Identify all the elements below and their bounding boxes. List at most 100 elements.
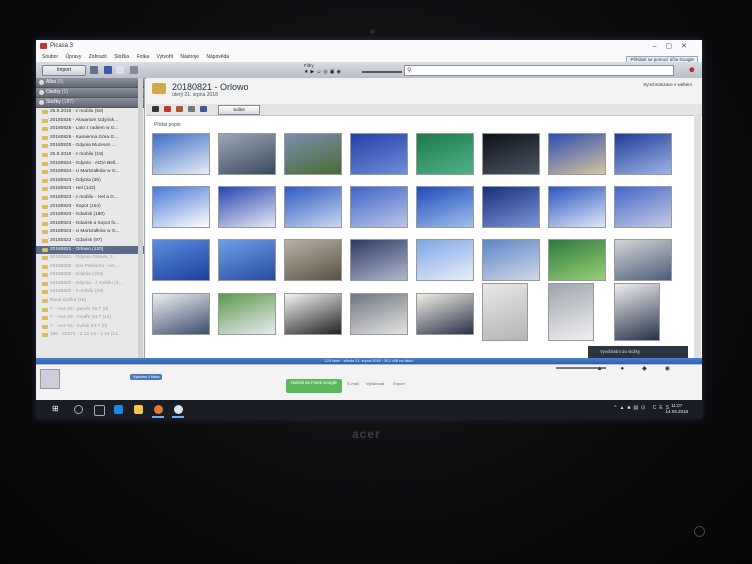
sidebar-folder-item[interactable]: 7. - ece 53 - poměr 16:7 (0) [36, 306, 144, 315]
section-people[interactable]: Osoby (1) [36, 88, 144, 98]
photo-thumbnail[interactable] [548, 239, 606, 281]
album-scrollbar[interactable] [694, 115, 701, 360]
sidebar-folder-item[interactable]: 20180823 - U Marszałków w G... [36, 228, 144, 237]
photo-thumbnail[interactable] [614, 239, 672, 281]
photo-thumbnail[interactable] [548, 133, 606, 175]
photo-thumbnail[interactable] [416, 133, 474, 175]
sidebar-folder-item[interactable]: 20180823 - Gdynia (36) [36, 177, 144, 186]
photo-thumbnail[interactable] [482, 133, 540, 175]
clock[interactable]: 11:07 14.09.2018 [665, 403, 688, 415]
photo-thumbnail[interactable] [284, 293, 342, 335]
menu-file[interactable]: Soubor [42, 54, 58, 60]
search-box[interactable]: ⚲ [404, 65, 674, 76]
photo-thumbnail[interactable] [482, 283, 528, 341]
tray-view-icons[interactable]: ▲●◆◉ [597, 365, 688, 372]
menu-view[interactable]: Zobrazit [89, 54, 107, 60]
photo-thumbnail[interactable] [350, 293, 408, 335]
photo-thumbnail[interactable] [350, 239, 408, 281]
save-icon[interactable] [200, 106, 207, 112]
sidebar-folder-item[interactable]: 20180821 - Orlowo (120) [36, 245, 144, 255]
photo-thumbnail[interactable] [350, 186, 408, 228]
menu-folder[interactable]: Složka [114, 54, 129, 60]
firefox-icon[interactable] [154, 405, 163, 414]
system-tray[interactable]: ^▲■▤⊡ CES [614, 405, 672, 411]
export-icon[interactable] [188, 106, 195, 112]
sidebar-folder-item[interactable]: 20180821 - Gdynia Orłowo, z... [36, 254, 144, 263]
windows-start-icon[interactable]: ⊞ [52, 405, 60, 413]
sidebar-folder-item[interactable]: 20180820 - Dar Pomorza - mn... [36, 263, 144, 272]
sidebar-folder-item[interactable]: 20180820 - Gdynia (154) [36, 271, 144, 280]
sidebar-folder-item[interactable]: 20180825 - Gdynia Muzeum ... [36, 142, 144, 151]
grid-view-icon[interactable] [116, 66, 124, 74]
search-taskbar-icon[interactable] [74, 405, 83, 414]
sidebar-folder-item[interactable]: 7. - ece 53 - světle 24:7 (0) [36, 323, 144, 332]
photo-thumbnail[interactable] [548, 283, 594, 341]
photo-thumbnail[interactable] [614, 133, 672, 175]
sidebar-folder-item[interactable]: 20180823 - Sopot (154) [36, 203, 144, 212]
export-button[interactable]: Export [388, 381, 410, 386]
movie-icon[interactable] [176, 106, 183, 112]
face-icon[interactable]: ☻ [688, 65, 696, 74]
date-filter-slider[interactable] [362, 71, 402, 73]
import-button[interactable]: Import [42, 65, 86, 76]
photo-thumbnail[interactable] [482, 186, 540, 228]
photo-thumbnail[interactable] [416, 293, 474, 335]
sidebar-folder-item[interactable]: 180 - 20171 - 2.12.14 - 1.14 (14... [36, 331, 144, 340]
sidebar-folder-item[interactable]: 20180823 - Gdańsk (180) [36, 211, 144, 220]
sidebar-folder-item[interactable]: Nová složka (19) [36, 297, 144, 306]
menu-picture[interactable]: Fotka [137, 54, 150, 60]
photo-thumbnail[interactable] [284, 133, 342, 175]
sidebar-folder-item[interactable]: 20180823 - Gdańsk (97) [36, 237, 144, 246]
power-button[interactable] [694, 526, 705, 537]
photo-thumbnail[interactable] [152, 239, 210, 281]
sidebar-folder-item[interactable]: 20180823 - Gdańsk a Sopot fo... [36, 220, 144, 229]
menu-create[interactable]: Vytvořit [157, 54, 173, 60]
picasa-taskbar-icon[interactable] [174, 405, 183, 414]
view-dropdown-icon[interactable] [130, 66, 138, 74]
photo-thumbnail[interactable] [152, 133, 210, 175]
sync-toggle[interactable]: Synchronizace s webem [643, 82, 692, 87]
collage-icon[interactable] [164, 106, 171, 112]
photo-thumbnail[interactable] [218, 239, 276, 281]
upload-google-photos-button[interactable]: Nahrát do Fotek Google [286, 379, 342, 393]
menu-tools[interactable]: Nástroje [180, 54, 199, 60]
task-view-icon[interactable] [94, 405, 105, 416]
edge-icon[interactable] [114, 405, 123, 414]
filter-icons[interactable]: ★▶☺◎▣◉ [304, 69, 343, 75]
tray-thumbnail[interactable] [40, 369, 60, 389]
photo-thumbnail[interactable] [152, 293, 210, 335]
photo-thumbnail[interactable] [482, 239, 540, 281]
photo-thumbnail[interactable] [284, 239, 342, 281]
photo-thumbnail[interactable] [218, 293, 276, 335]
sidebar-folder-item[interactable]: 20180820 - Gdynia - z mobilu (3... [36, 280, 144, 289]
sidebar-folder-item[interactable]: 20180825 - Akwarium Gdyńsk... [36, 117, 144, 126]
photo-thumbnail[interactable] [416, 239, 474, 281]
sidebar-folder-item[interactable]: 20180820 - z mobilu (28) [36, 288, 144, 297]
list-view-icon[interactable] [104, 66, 112, 74]
section-folders[interactable]: Složky (187) [36, 98, 144, 108]
sidebar-folder-item[interactable]: 7. - ece 53 - modře 24:7 (12) [36, 314, 144, 323]
window-controls[interactable]: –▢✕ [653, 42, 696, 50]
caption-field[interactable]: Přidat popis [154, 122, 180, 128]
photo-thumbnail[interactable] [218, 133, 276, 175]
sidebar-folder-item[interactable]: 20180825 - Kamienna Góra G... [36, 134, 144, 143]
photo-thumbnail[interactable] [350, 133, 408, 175]
sidebar-folder-item[interactable]: 20180825 - Lato z radiem w G... [36, 125, 144, 134]
print-button[interactable]: Vytisknout [364, 381, 386, 386]
upload-icon[interactable] [90, 66, 98, 74]
play-slideshow-icon[interactable] [152, 106, 159, 112]
sidebar-folder-item[interactable]: 20180824 - U Marszałków w G... [36, 168, 144, 177]
photo-thumbnail[interactable] [614, 186, 672, 228]
photo-thumbnail[interactable] [152, 186, 210, 228]
sidebar-folder-item[interactable]: 26.8.2018 - z mobilu (58) [36, 108, 144, 117]
email-button[interactable]: E-mail [342, 381, 364, 386]
sidebar-folder-item[interactable]: 25.8.2018 - z mobilu (19) [36, 151, 144, 160]
photo-thumbnail[interactable] [416, 186, 474, 228]
file-explorer-icon[interactable] [134, 405, 143, 414]
section-albums[interactable]: Alba (5) [36, 78, 144, 88]
menu-help[interactable]: Nápověda [206, 54, 229, 60]
photo-thumbnail[interactable] [284, 186, 342, 228]
photo-thumbnail[interactable] [614, 283, 660, 341]
photo-thumbnail[interactable] [218, 186, 276, 228]
sidebar-scrollbar[interactable] [138, 78, 143, 358]
